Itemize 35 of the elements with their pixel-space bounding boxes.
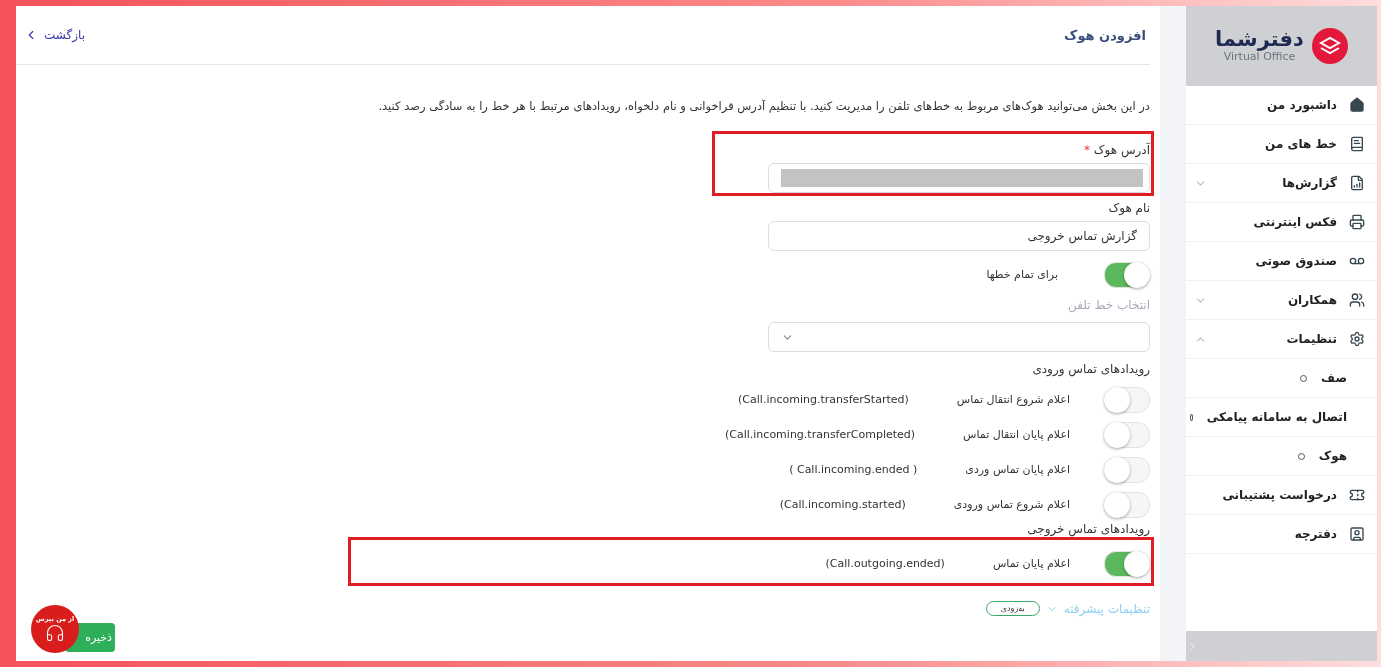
field-label: نام هوک [1107, 201, 1150, 215]
field-label: انتخاب خط تلفن [1067, 298, 1150, 312]
sidebar-item[interactable]: صندوق صوتی [1186, 242, 1377, 281]
sidebar-item[interactable]: فکس اینترنتی [1186, 203, 1377, 242]
sidebar-item[interactable]: همکاران [1186, 281, 1377, 320]
logo-name: دفترشما [1215, 29, 1304, 50]
section-title: رویدادهای تماس ورودی [1031, 362, 1150, 376]
submenu-item[interactable]: صف [1186, 359, 1377, 398]
sidebar-item[interactable]: داشبورد من [1186, 86, 1377, 125]
sidebar-item[interactable]: تنظیمات [1186, 320, 1377, 359]
description-text: در این بخش می‌توانید هوک‌های مربوط به خط‌های تلفن را مدیریت کنید. با تنظیم آدرس فراخوانی و نام دلخواه، رویدادهای مرتبط با هر خط را به سادگی رصد کنید. [377, 99, 1150, 113]
field-label: آدرس هوک * [1082, 143, 1150, 157]
back-link[interactable]: بازگشت [24, 28, 85, 42]
event-code: (Call.outgoing.ended) [825, 557, 945, 570]
event-label: اعلام پایان انتقال تماس [963, 428, 1070, 441]
toggle-label: برای تمام خطها [986, 268, 1058, 281]
event-code: (Call.incoming.transferCompleted) [725, 428, 916, 441]
event-label: اعلام پایان تماس [992, 557, 1070, 570]
sidebar-item[interactable]: گزارش‌ها [1186, 164, 1377, 203]
sidebar-item[interactable]: درخواست پشتیبانی [1186, 476, 1377, 515]
submenu-item[interactable]: هوک [1186, 437, 1377, 476]
page-title: افزودن هوک [1064, 27, 1146, 43]
submenu-item[interactable]: اتصال به سامانه پیامکی [1186, 398, 1377, 437]
event-label: اعلام شروع تماس ورودی [953, 498, 1070, 511]
event-label: اعلام پایان تماس وردی [965, 463, 1070, 476]
event-code: ( Call.incoming.ended ) [789, 463, 918, 476]
logo-tagline: Virtual Office [1223, 50, 1296, 63]
event-code: (Call.incoming.started) [779, 498, 906, 511]
name-field[interactable]: گزارش تماس خروجی [768, 221, 1150, 251]
event-label: اعلام شروع انتقال تماس [956, 393, 1070, 406]
event-code: (Call.incoming.transferStarted) [738, 393, 909, 406]
sidebar-item[interactable]: خط های من [1186, 125, 1377, 164]
section-title: رویدادهای تماس خروجی [1026, 522, 1150, 536]
required-mark: * [1083, 143, 1090, 157]
sidebar-item[interactable]: دفترچه [1186, 515, 1377, 554]
